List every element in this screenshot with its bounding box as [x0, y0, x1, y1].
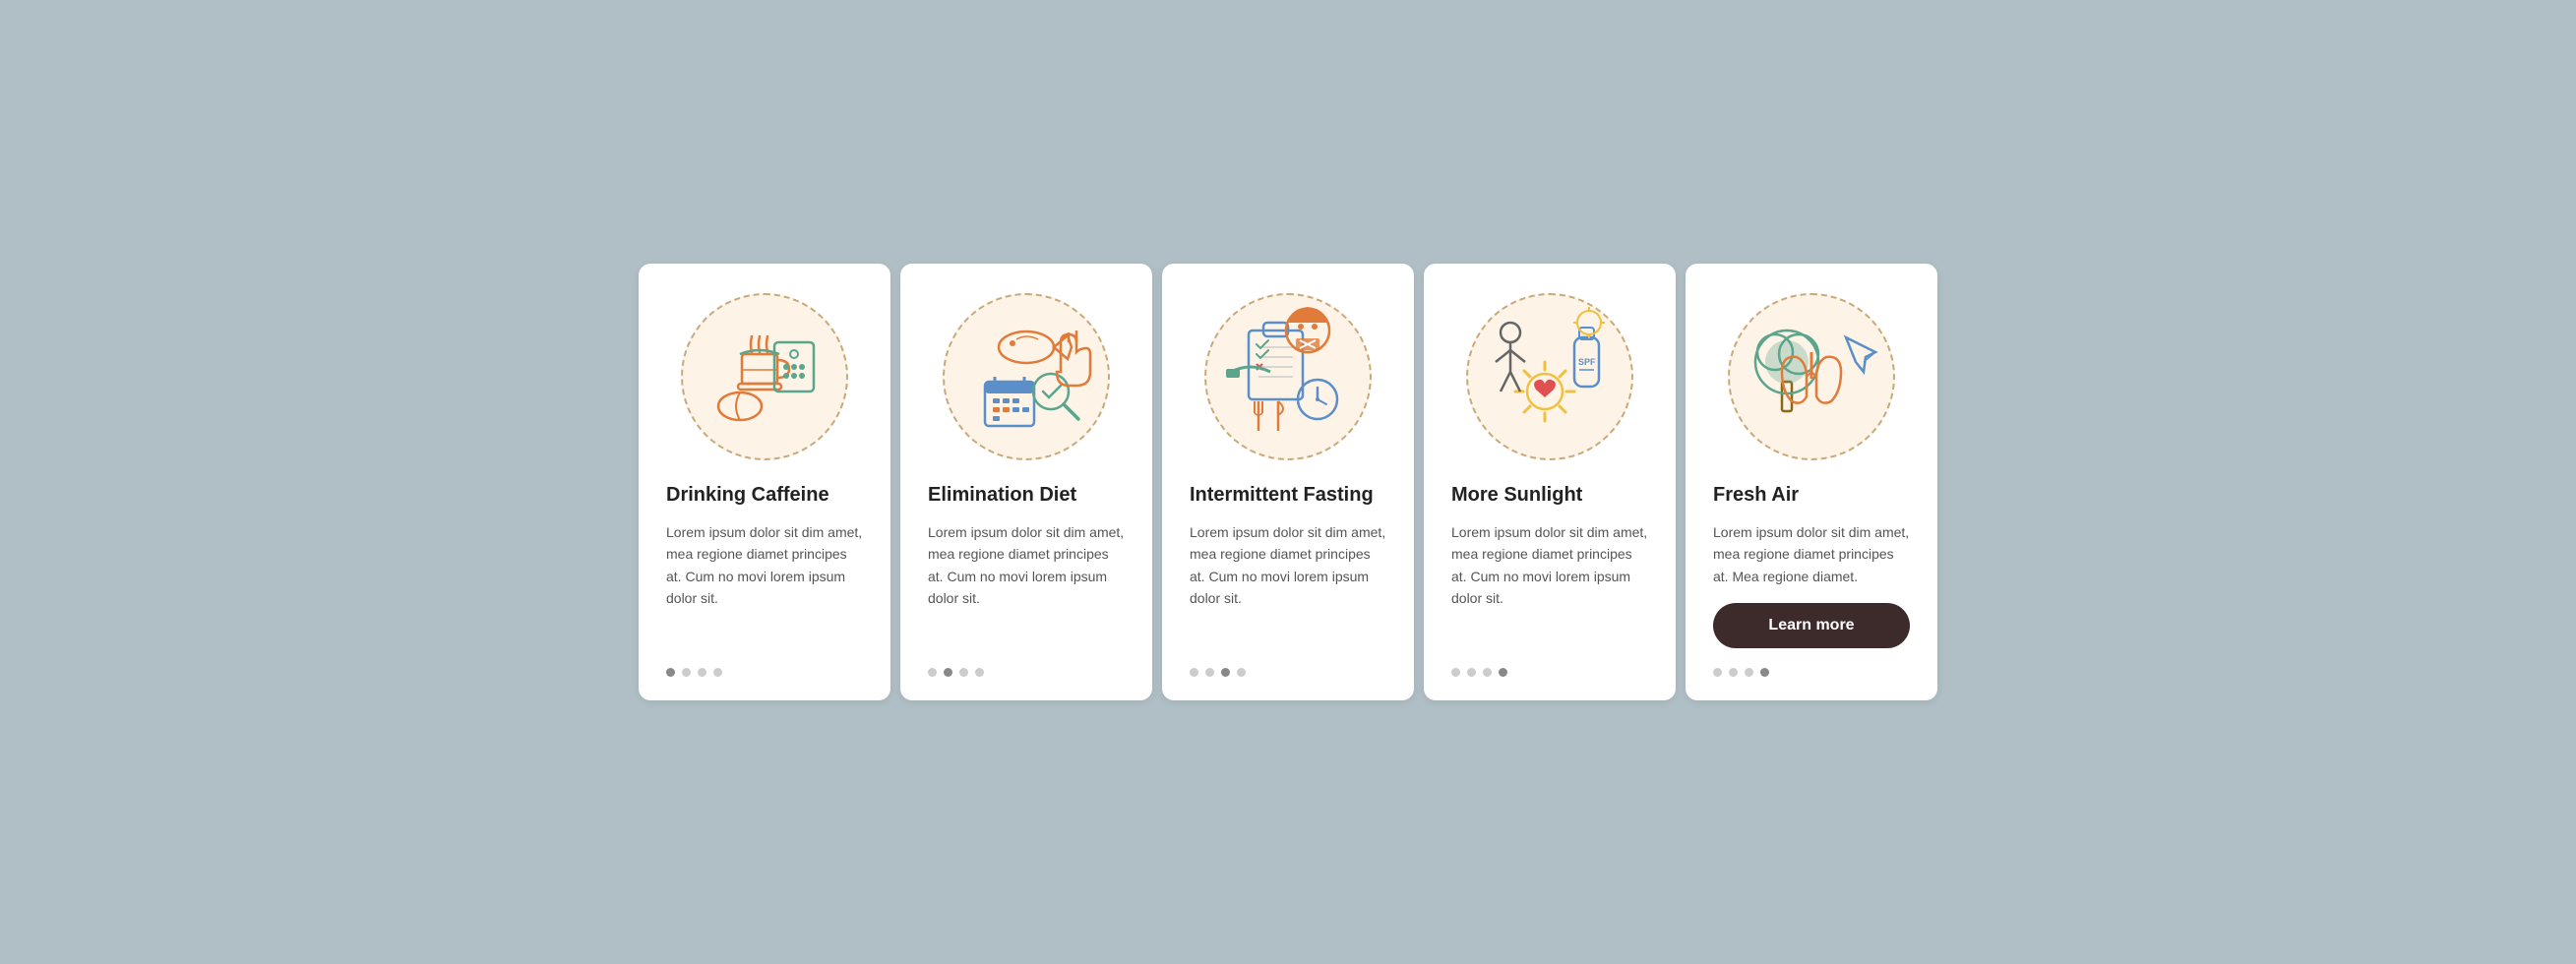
card-icon-area [1713, 293, 1910, 460]
caffeine-icon-circle [681, 293, 848, 460]
elimination-icon-circle [943, 293, 1110, 460]
card-5-title: Fresh Air [1713, 482, 1799, 508]
card-1-text: Lorem ipsum dolor sit dim amet, mea regi… [666, 521, 863, 648]
card-icon-area [928, 293, 1125, 460]
dot [1237, 668, 1246, 677]
card-icon-area: SPF [1451, 293, 1648, 460]
card-5-text: Lorem ipsum dolor sit dim amet, mea regi… [1713, 521, 1910, 587]
card-intermittent-fasting: Intermittent Fasting Lorem ipsum dolor s… [1162, 264, 1414, 700]
dot [666, 668, 675, 677]
dot [959, 668, 968, 677]
card-3-title: Intermittent Fasting [1190, 482, 1374, 508]
sunlight-icon-circle: SPF [1466, 293, 1633, 460]
dot [928, 668, 937, 677]
dot [1221, 668, 1230, 677]
dot [1499, 668, 1507, 677]
dot [1760, 668, 1769, 677]
dot [1729, 668, 1738, 677]
dot [944, 668, 952, 677]
card-4-text: Lorem ipsum dolor sit dim amet, mea regi… [1451, 521, 1648, 648]
svg-text:SPF: SPF [1578, 357, 1596, 367]
card-4-title: More Sunlight [1451, 482, 1582, 508]
learn-more-button[interactable]: Learn more [1713, 603, 1910, 648]
dot [713, 668, 722, 677]
dot [1205, 668, 1214, 677]
dot [1467, 668, 1476, 677]
card-2-text: Lorem ipsum dolor sit dim amet, mea regi… [928, 521, 1125, 648]
dot [1713, 668, 1722, 677]
card-1-title: Drinking Caffeine [666, 482, 829, 508]
card-icon-area [1190, 293, 1386, 460]
card-1-dots [666, 668, 722, 677]
dot [1745, 668, 1753, 677]
cards-container: Drinking Caffeine Lorem ipsum dolor sit … [639, 264, 1937, 700]
card-icon-area [666, 293, 863, 460]
dot [1483, 668, 1492, 677]
card-elimination-diet: Elimination Diet Lorem ipsum dolor sit d… [900, 264, 1152, 700]
fresh-air-icon-circle [1728, 293, 1895, 460]
fasting-icon-circle [1204, 293, 1372, 460]
card-3-dots [1190, 668, 1246, 677]
card-fresh-air: Fresh Air Lorem ipsum dolor sit dim amet… [1686, 264, 1937, 700]
card-more-sunlight: SPF More Sunlight Lorem ipsum dolor sit … [1424, 264, 1676, 700]
card-3-text: Lorem ipsum dolor sit dim amet, mea regi… [1190, 521, 1386, 648]
dot [1451, 668, 1460, 677]
card-4-dots [1451, 668, 1507, 677]
dot [1190, 668, 1198, 677]
card-drinking-caffeine: Drinking Caffeine Lorem ipsum dolor sit … [639, 264, 890, 700]
card-2-dots [928, 668, 984, 677]
dot [698, 668, 706, 677]
card-5-dots [1713, 668, 1769, 677]
card-2-title: Elimination Diet [928, 482, 1076, 508]
dot [975, 668, 984, 677]
dot [682, 668, 691, 677]
